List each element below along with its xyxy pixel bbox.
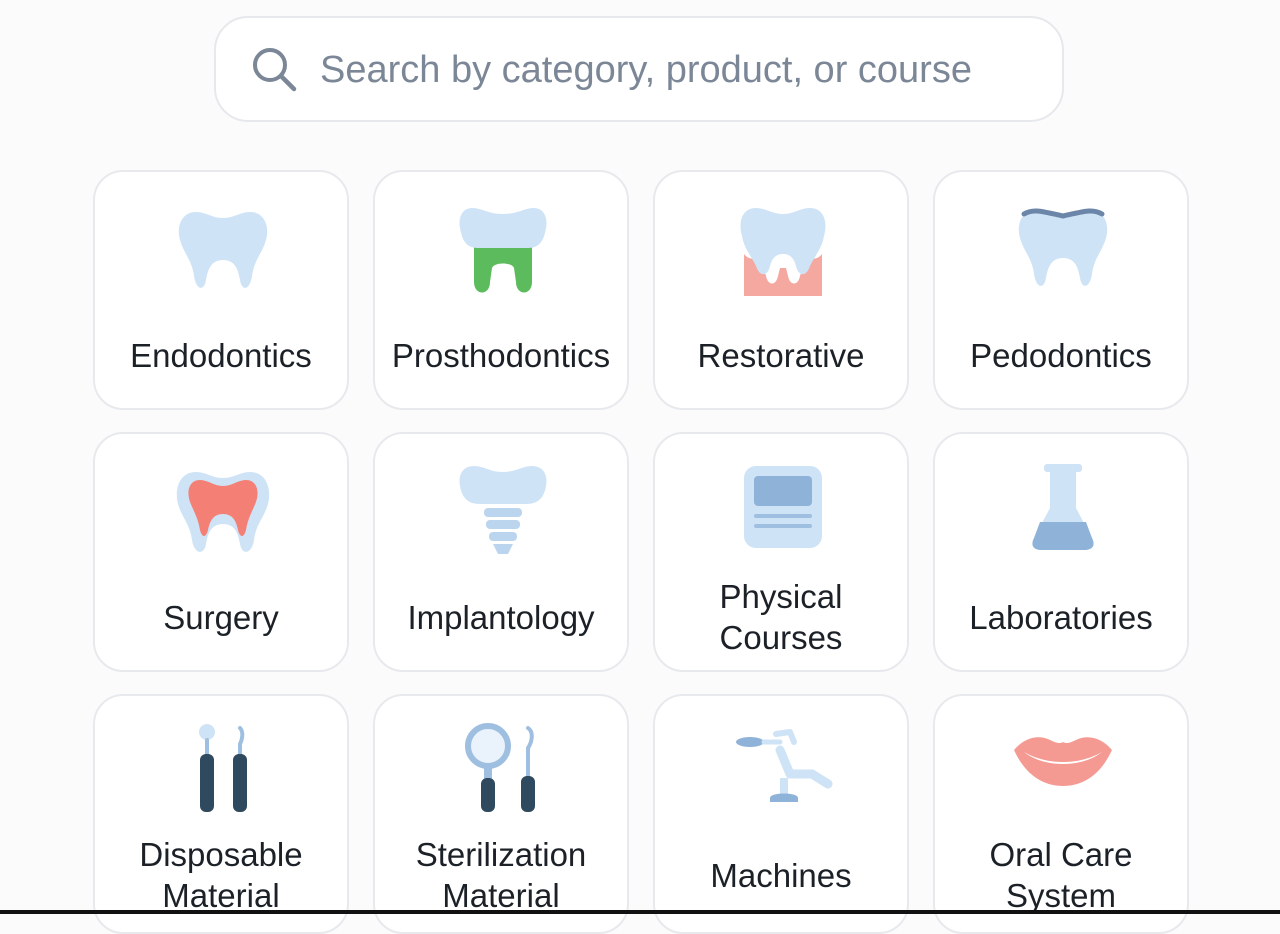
- category-card-restorative[interactable]: Restorative: [653, 170, 909, 410]
- category-card-physical-courses[interactable]: Physical Courses: [653, 432, 909, 672]
- category-label: Prosthodontics: [391, 336, 611, 374]
- child-tooth-icon: [1018, 208, 1108, 286]
- category-label: Machines: [710, 856, 852, 894]
- category-card-endodontics[interactable]: Endodontics: [93, 170, 349, 410]
- course-document-icon: [744, 466, 822, 548]
- category-label: Physical Courses: [719, 578, 843, 656]
- category-label: Implantology: [407, 598, 595, 636]
- category-card-laboratories[interactable]: Laboratories: [933, 432, 1189, 672]
- dental-chair-icon: [736, 729, 833, 802]
- category-label: Laboratories: [969, 598, 1153, 636]
- lips-icon: [1014, 737, 1112, 786]
- restored-tooth-icon: [740, 208, 826, 296]
- crown-bridge-icon: [459, 208, 547, 293]
- bottom-edge: [0, 910, 1280, 914]
- category-label: Endodontics: [130, 336, 312, 374]
- category-label: Sterilization Material: [415, 836, 587, 914]
- category-card-machines[interactable]: Machines: [653, 694, 909, 934]
- category-label: Surgery: [163, 598, 279, 636]
- category-card-surgery[interactable]: Surgery: [93, 432, 349, 672]
- category-grid: Endodontics Prosthodontics Restorative P…: [93, 170, 1189, 934]
- dental-probes-icon: [199, 724, 247, 812]
- category-card-disposable-material[interactable]: Disposable Material: [93, 694, 349, 934]
- category-label: Pedodontics: [970, 336, 1152, 374]
- mirror-probe-icon: [465, 723, 535, 812]
- category-card-sterilization-material[interactable]: Sterilization Material: [373, 694, 629, 934]
- tooth-icon: [178, 212, 268, 288]
- category-card-pedodontics[interactable]: Pedodontics: [933, 170, 1189, 410]
- flask-icon: [1032, 464, 1094, 550]
- category-card-prosthodontics[interactable]: Prosthodontics: [373, 170, 629, 410]
- category-label: Oral Care System: [989, 836, 1133, 914]
- search-input[interactable]: [320, 44, 1020, 96]
- dental-implant-icon: [459, 466, 547, 554]
- search-icon: [253, 48, 297, 92]
- category-label: Disposable Material: [139, 836, 303, 914]
- category-card-implantology[interactable]: Implantology: [373, 432, 629, 672]
- tooth-pulp-icon: [176, 472, 270, 552]
- category-label: Restorative: [697, 336, 865, 374]
- category-card-oral-care-system[interactable]: Oral Care System: [933, 694, 1189, 934]
- search-bar[interactable]: [214, 16, 1064, 122]
